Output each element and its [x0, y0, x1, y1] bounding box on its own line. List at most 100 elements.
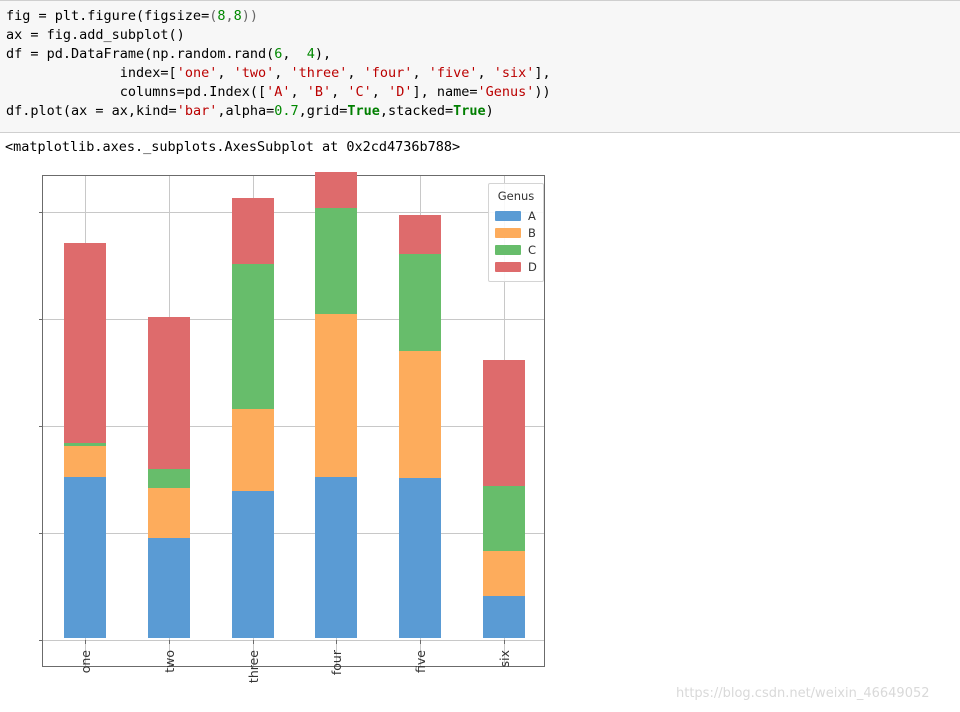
- code-input-cell[interactable]: fig = plt.figure(figsize=(8,8)) ax = fig.…: [0, 0, 960, 133]
- code-token: ], name=: [412, 84, 478, 100]
- x-tick-mark: [504, 640, 505, 644]
- x-tick-label: four: [329, 650, 345, 676]
- bar-segment-d[interactable]: [231, 198, 274, 264]
- legend-entry-d: D: [495, 258, 537, 275]
- bar-stack[interactable]: [399, 174, 442, 666]
- code-token: )): [241, 8, 259, 24]
- x-tick-label: two: [161, 650, 177, 673]
- y-tick-mark: [39, 533, 43, 534]
- bar-segment-d[interactable]: [399, 215, 442, 255]
- code-token: 'C': [347, 84, 372, 100]
- bar-stack[interactable]: [315, 172, 358, 666]
- legend-swatch: [495, 227, 521, 238]
- code-line: df = pd.DataFrame(np.random.rand(6, 4),: [6, 45, 960, 64]
- code-token: ): [485, 103, 494, 119]
- code-token: ,: [290, 84, 307, 100]
- code-token: 'four': [363, 65, 413, 81]
- code-token: 'A': [266, 84, 291, 100]
- code-token: True: [453, 103, 486, 119]
- code-token: 'B': [306, 84, 332, 100]
- code-token: 8: [233, 8, 242, 24]
- y-gridline: [43, 319, 544, 320]
- code-line: index=['one', 'two', 'three', 'four', 'f…: [6, 64, 960, 83]
- bar-segment-b[interactable]: [63, 446, 106, 478]
- bar-stack[interactable]: [147, 174, 190, 666]
- code-token: ,: [477, 65, 494, 81]
- code-token: columns=pd.Index([: [6, 84, 267, 100]
- legend-label: D: [528, 259, 537, 274]
- code-token: index=[: [6, 65, 177, 81]
- code-token: fig = plt.figure(figsize=: [6, 8, 210, 24]
- code-token: ],: [534, 65, 551, 81]
- bar-segment-c[interactable]: [63, 443, 106, 447]
- bar-segment-c[interactable]: [231, 263, 274, 409]
- code-token: ,: [412, 65, 429, 81]
- legend-swatch: [495, 210, 521, 221]
- bar-segment-b[interactable]: [147, 487, 190, 539]
- code-token: ,: [282, 46, 307, 62]
- code-token: ,: [331, 84, 348, 100]
- y-tick-mark: [39, 426, 43, 427]
- bar-segment-b[interactable]: [231, 409, 274, 491]
- bar-segment-c[interactable]: [399, 254, 442, 352]
- bar-segment-a[interactable]: [231, 490, 274, 638]
- code-token: ,: [274, 65, 291, 81]
- code-token: 0.7: [274, 103, 299, 119]
- bar-segment-a[interactable]: [63, 477, 106, 638]
- legend-label: C: [528, 242, 537, 257]
- bar-segment-a[interactable]: [483, 596, 526, 638]
- bar-segment-c[interactable]: [147, 468, 190, 488]
- code-token: 'five': [428, 65, 478, 81]
- chart-legend: Genus ABCD: [488, 183, 544, 282]
- code-line: columns=pd.Index(['A', 'B', 'C', 'D'], n…: [6, 83, 960, 102]
- x-tick-label: six: [497, 650, 513, 668]
- legend-entry-c: C: [495, 241, 537, 258]
- code-token: ),: [314, 46, 332, 62]
- bar-segment-d[interactable]: [483, 360, 526, 487]
- legend-title: Genus: [497, 189, 535, 203]
- y-gridline: [43, 212, 544, 213]
- legend-entry-b: B: [495, 224, 537, 241]
- bar-segment-a[interactable]: [399, 477, 442, 638]
- bar-segment-c[interactable]: [483, 486, 526, 552]
- bar-segment-a[interactable]: [147, 538, 190, 638]
- bar-segment-b[interactable]: [315, 314, 358, 478]
- x-tick-mark: [336, 640, 337, 644]
- x-tick-label: one: [77, 650, 93, 674]
- plot-axes: 0.00.51.01.52.0onetwothreefourfivesix: [39, 172, 545, 683]
- code-token: ,: [225, 8, 234, 24]
- bar-segment-a[interactable]: [315, 477, 358, 638]
- code-line: ax = fig.add_subplot(): [6, 26, 960, 45]
- bar-segment-d[interactable]: [63, 242, 106, 444]
- code-token: ,: [371, 84, 389, 100]
- bar-stack[interactable]: [63, 174, 106, 666]
- bar-segment-d[interactable]: [315, 172, 358, 209]
- x-tick-mark: [420, 640, 421, 644]
- code-line: fig = plt.figure(figsize=(8,8)): [6, 7, 960, 26]
- legend-entries: ABCD: [495, 207, 537, 275]
- code-token: df.plot(ax = ax,kind=: [6, 103, 177, 119]
- code-token: )): [534, 84, 551, 100]
- legend-label: A: [528, 208, 536, 223]
- code-token: ,stacked=: [379, 103, 454, 119]
- legend-label: B: [528, 225, 536, 240]
- code-line: df.plot(ax = ax,kind='bar',alpha=0.7,gri…: [6, 102, 960, 121]
- matplotlib-figure: 0.00.51.01.52.0onetwothreefourfivesix Ge…: [0, 165, 600, 712]
- x-tick-label: five: [413, 650, 429, 673]
- code-token: ,: [347, 65, 364, 81]
- y-tick-mark: [39, 640, 43, 641]
- code-token: 'six': [493, 65, 535, 81]
- legend-entry-a: A: [495, 207, 537, 224]
- code-token: ,alpha=: [217, 103, 275, 119]
- bar-segment-d[interactable]: [147, 317, 190, 469]
- bar-segment-b[interactable]: [483, 551, 526, 597]
- code-token: True: [347, 103, 380, 119]
- code-token: 'two': [233, 65, 275, 81]
- x-tick-mark: [169, 640, 170, 644]
- bar-stack[interactable]: [231, 174, 274, 666]
- code-token: ax = fig.add_subplot(): [6, 27, 185, 43]
- watermark-text: https://blog.csdn.net/weixin_46649052: [676, 686, 930, 701]
- y-gridline: [43, 640, 544, 641]
- bar-segment-b[interactable]: [399, 351, 442, 478]
- bar-segment-c[interactable]: [315, 208, 358, 314]
